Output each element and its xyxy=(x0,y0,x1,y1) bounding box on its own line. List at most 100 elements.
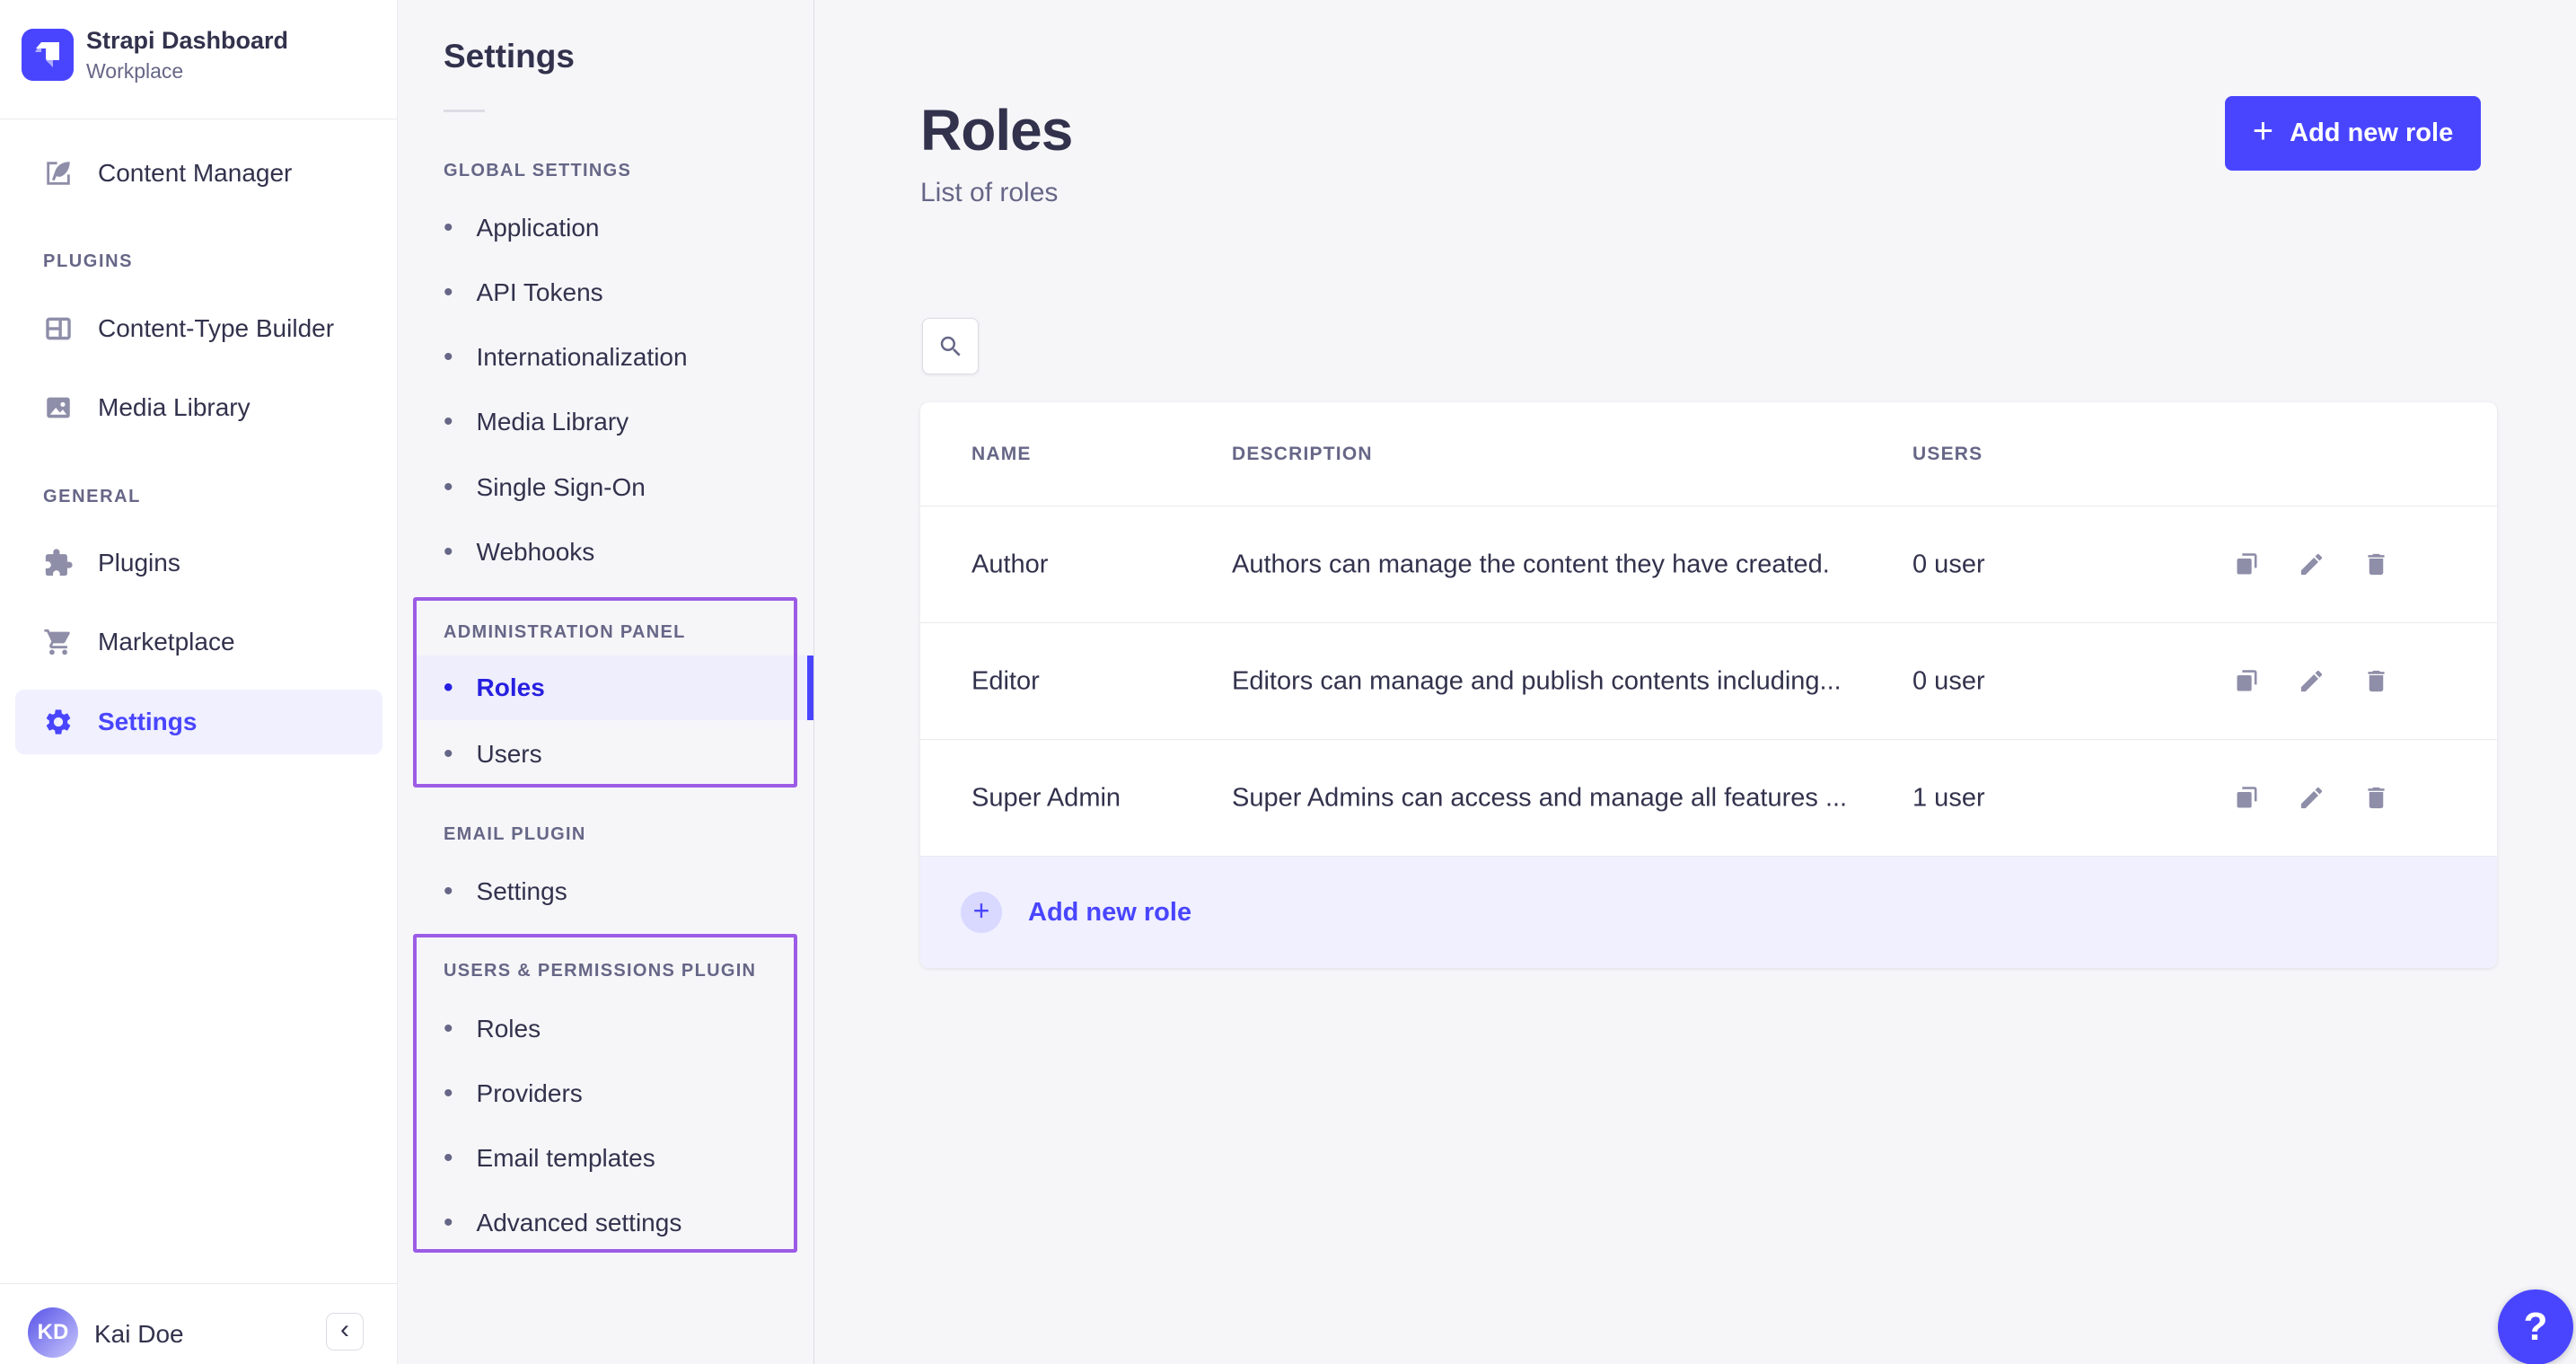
sidebar-item-label: Media Library xyxy=(98,393,251,422)
search-icon xyxy=(937,333,964,360)
column-header-name: NAME xyxy=(971,444,1032,465)
subnav-item-label: Application xyxy=(477,214,600,242)
role-name: Super Admin xyxy=(971,783,1121,813)
duplicate-icon[interactable] xyxy=(2233,784,2261,812)
settings-subnav: Settings GLOBAL SETTINGS • Application •… xyxy=(398,0,814,1364)
bullet-icon: • xyxy=(444,409,453,436)
delete-icon[interactable] xyxy=(2362,667,2390,695)
bullet-icon: • xyxy=(444,1016,453,1043)
bullet-icon: • xyxy=(444,1080,453,1107)
subnav-item-webhooks[interactable]: • Webhooks xyxy=(444,520,594,585)
subnav-item-email-templates[interactable]: • Email templates xyxy=(444,1126,655,1191)
role-description: Authors can manage the content they have… xyxy=(1232,550,1830,579)
bullet-icon: • xyxy=(444,878,453,905)
subnav-item-admin-users[interactable]: • Users xyxy=(444,722,542,787)
subnav-item-api-tokens[interactable]: • API Tokens xyxy=(444,260,603,325)
subnav-item-advanced-settings[interactable]: • Advanced settings xyxy=(444,1191,681,1255)
workspace-brand[interactable]: Strapi Dashboard Workplace xyxy=(0,0,397,119)
footer-add-role-label: Add new role xyxy=(1028,898,1191,928)
sidebar-item-label: Settings xyxy=(98,708,197,736)
avatar[interactable]: KD xyxy=(28,1307,78,1358)
role-description: Editors can manage and publish contents … xyxy=(1232,666,1842,696)
table-row-super-admin[interactable]: Super Admin Super Admins can access and … xyxy=(920,740,2497,857)
table-row-author[interactable]: Author Authors can manage the content th… xyxy=(920,506,2497,623)
role-name: Editor xyxy=(971,666,1040,696)
subnav-section-email-plugin: EMAIL PLUGIN xyxy=(444,824,586,845)
strapi-dashboard-screen: Strapi Dashboard Workplace Content Manag… xyxy=(0,0,2576,1364)
role-users-count: 0 user xyxy=(1912,666,1985,696)
subnav-title-divider xyxy=(444,110,485,112)
content-manager-icon xyxy=(43,158,74,189)
plus-circle-icon: + xyxy=(961,892,1002,933)
subnav-title: Settings xyxy=(444,38,575,75)
subnav-item-label: Single Sign-On xyxy=(477,473,646,502)
subnav-item-label: Roles xyxy=(477,1015,541,1043)
bullet-icon: • xyxy=(444,215,453,242)
gear-icon xyxy=(43,707,74,737)
sidebar-item-label: Marketplace xyxy=(98,628,235,656)
role-name: Author xyxy=(971,550,1048,579)
subnav-item-label: Internationalization xyxy=(477,343,688,372)
role-users-count: 1 user xyxy=(1912,783,1985,813)
role-description: Super Admins can access and manage all f… xyxy=(1232,783,1847,813)
sidebar-section-plugins: PLUGINS xyxy=(43,251,133,272)
role-users-count: 0 user xyxy=(1912,550,1985,579)
bullet-icon: • xyxy=(444,279,453,306)
row-actions xyxy=(2233,623,2390,739)
bullet-icon: • xyxy=(444,344,453,371)
subnav-item-label: Media Library xyxy=(477,408,629,436)
subnav-item-up-roles[interactable]: • Roles xyxy=(444,997,541,1061)
subnav-item-label: Email templates xyxy=(477,1144,655,1173)
subnav-item-label: Providers xyxy=(477,1079,583,1108)
workspace-name: Workplace xyxy=(86,59,183,84)
edit-icon[interactable] xyxy=(2298,550,2325,578)
page-title: Roles xyxy=(920,97,1072,163)
subnav-item-email-settings[interactable]: • Settings xyxy=(444,859,567,924)
edit-icon[interactable] xyxy=(2298,667,2325,695)
column-header-users: USERS xyxy=(1912,444,1983,465)
content-type-builder-icon xyxy=(43,313,74,344)
subnav-item-single-sign-on[interactable]: • Single Sign-On xyxy=(444,455,646,520)
bullet-icon: • xyxy=(444,474,453,501)
subnav-item-internationalization[interactable]: • Internationalization xyxy=(444,325,688,390)
sidebar-item-content-type-builder[interactable]: Content-Type Builder xyxy=(15,296,382,361)
bullet-icon: • xyxy=(444,1145,453,1172)
table-header: NAME DESCRIPTION USERS xyxy=(920,402,2497,506)
sidebar-item-content-manager[interactable]: Content Manager xyxy=(15,141,382,206)
column-header-description: DESCRIPTION xyxy=(1232,444,1373,465)
sidebar-item-media-library[interactable]: Media Library xyxy=(15,375,382,440)
sidebar-item-plugins[interactable]: Plugins xyxy=(15,531,382,595)
edit-icon[interactable] xyxy=(2298,784,2325,812)
sidebar-item-label: Plugins xyxy=(98,549,180,577)
subnav-item-label: Users xyxy=(477,740,542,769)
chevron-left-icon: ‹ xyxy=(340,1315,349,1345)
search-button[interactable] xyxy=(922,318,979,374)
add-new-role-label: Add new role xyxy=(2290,119,2453,148)
row-actions xyxy=(2233,740,2390,856)
page-subtitle: List of roles xyxy=(920,178,1058,208)
delete-icon[interactable] xyxy=(2362,550,2390,578)
add-new-role-button[interactable]: + Add new role xyxy=(2225,96,2481,171)
subnav-section-users-permissions: USERS & PERMISSIONS PLUGIN xyxy=(444,961,756,981)
strapi-logo-icon xyxy=(22,29,74,81)
main-sidebar: Strapi Dashboard Workplace Content Manag… xyxy=(0,0,398,1364)
duplicate-icon[interactable] xyxy=(2233,667,2261,695)
subnav-item-label: Roles xyxy=(477,673,545,702)
sidebar-item-marketplace[interactable]: Marketplace xyxy=(15,610,382,674)
subnav-section-global-settings: GLOBAL SETTINGS xyxy=(444,161,631,181)
collapse-sidebar-button[interactable]: ‹ xyxy=(326,1313,364,1351)
duplicate-icon[interactable] xyxy=(2233,550,2261,578)
subnav-item-providers[interactable]: • Providers xyxy=(444,1061,583,1126)
subnav-item-media-library[interactable]: • Media Library xyxy=(444,390,629,454)
subnav-item-admin-roles[interactable]: • Roles xyxy=(444,656,545,720)
row-actions xyxy=(2233,506,2390,622)
help-button[interactable]: ? xyxy=(2498,1289,2573,1364)
roles-table: NAME DESCRIPTION USERS Author Authors ca… xyxy=(920,402,2497,968)
table-row-editor[interactable]: Editor Editors can manage and publish co… xyxy=(920,623,2497,740)
subnav-item-label: Webhooks xyxy=(477,538,595,567)
delete-icon[interactable] xyxy=(2362,784,2390,812)
subnav-item-application[interactable]: • Application xyxy=(444,196,600,260)
table-footer-add-role[interactable]: + Add new role xyxy=(920,857,2497,968)
sidebar-item-settings[interactable]: Settings xyxy=(15,690,382,754)
subnav-item-label: API Tokens xyxy=(477,278,603,307)
